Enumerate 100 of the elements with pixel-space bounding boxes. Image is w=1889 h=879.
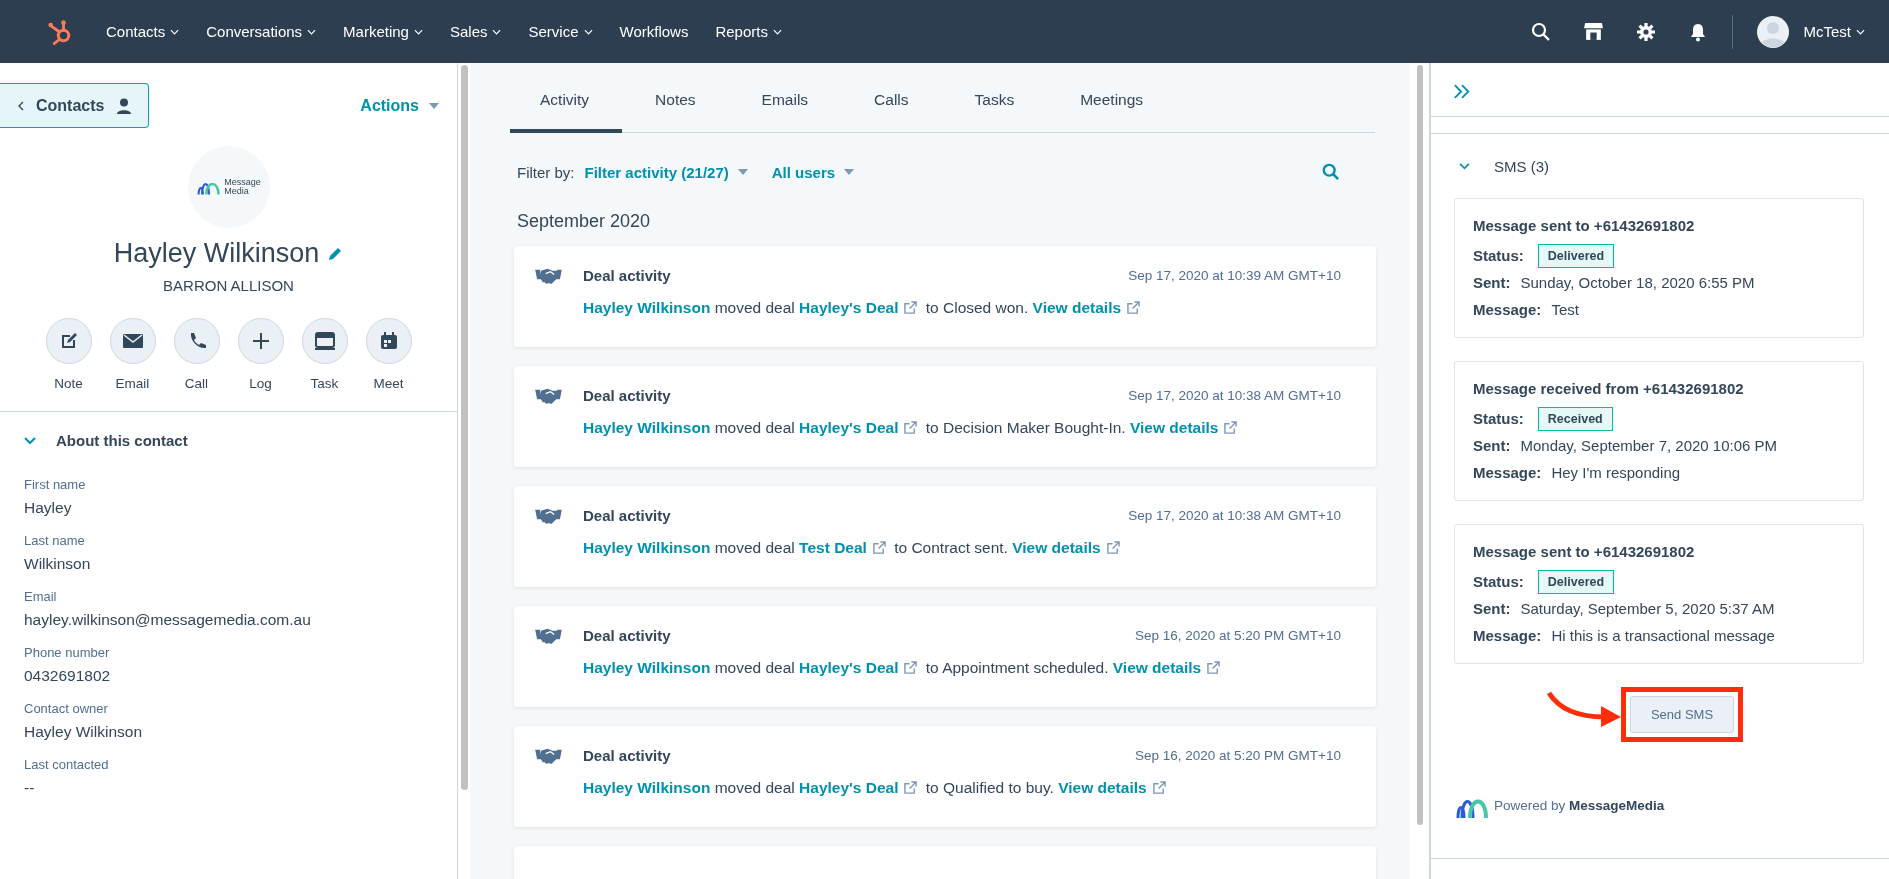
nav-menu-item[interactable]: Service <box>528 23 593 40</box>
field-label: First name <box>24 477 87 492</box>
plus-icon <box>250 331 271 351</box>
edit-pencil-icon[interactable] <box>327 245 344 262</box>
view-details-link[interactable]: View details <box>1058 779 1170 796</box>
action-label: Email <box>115 376 150 391</box>
sent-label: Sent: <box>1473 600 1511 617</box>
activity-title: Deal activity <box>583 387 671 404</box>
call-action-button[interactable] <box>173 318 220 364</box>
activity-description: Hayley Wilkinson moved deal Hayley's Deal to Appointment scheduled. View details <box>583 659 1341 677</box>
field-value[interactable]: 0432691802 <box>24 667 433 685</box>
back-to-contacts-button[interactable]: Contacts <box>0 83 150 128</box>
handshake-icon <box>535 386 562 405</box>
external-link-icon <box>1127 301 1141 314</box>
field-value[interactable]: Wilkinson <box>24 555 433 573</box>
send-sms-button[interactable]: Send SMS <box>1629 696 1735 733</box>
meet-action-button[interactable] <box>365 318 412 364</box>
task-action-button[interactable] <box>301 318 348 364</box>
status-tag: Delivered <box>1537 243 1615 268</box>
tab[interactable]: Activity <box>510 87 623 133</box>
action-label: Meet <box>373 376 404 391</box>
activity-title: Deal activity <box>583 747 671 764</box>
handshake-icon <box>535 746 562 765</box>
view-details-link[interactable]: View details <box>1012 539 1124 556</box>
nav-menu-item[interactable]: Workflows <box>619 23 689 40</box>
handshake-icon <box>535 506 562 525</box>
nav-menu-item[interactable]: Marketing <box>343 23 423 40</box>
external-link-icon <box>904 301 918 314</box>
store-icon[interactable] <box>1583 21 1605 42</box>
contact-link[interactable]: Hayley Wilkinson <box>583 659 711 676</box>
message-label: Message: <box>1473 627 1542 644</box>
field-value[interactable]: Hayley Wilkinson <box>24 723 433 741</box>
sent-time: Sunday, October 18, 2020 6:55 PM <box>1520 274 1755 291</box>
back-chevron-icon <box>18 100 24 111</box>
activity-timestamp: Sep 16, 2020 at 5:20 PM GMT+10 <box>1135 748 1341 763</box>
external-link-icon <box>872 541 886 554</box>
log-action-button[interactable] <box>237 318 284 364</box>
message-text: Hey I'm responding <box>1551 464 1681 481</box>
contact-link[interactable]: Hayley Wilkinson <box>583 419 711 436</box>
nav-menu-item[interactable]: Sales <box>449 23 502 40</box>
activity-timestamp: Sep 16, 2020 at 5:20 PM GMT+10 <box>1135 628 1341 643</box>
field-value[interactable]: Hayley <box>24 499 433 517</box>
activity-description: Hayley Wilkinson moved deal Hayley's Deal to Closed won. View details <box>583 299 1341 317</box>
envelope-icon <box>121 333 144 349</box>
caret-icon <box>429 102 439 109</box>
about-section-toggle[interactable]: About this contact <box>24 432 188 449</box>
action-label: Note <box>54 376 83 391</box>
contact-link[interactable]: Hayley Wilkinson <box>583 779 711 796</box>
expand-chevrons-icon[interactable] <box>1453 83 1471 100</box>
sent-label: Sent: <box>1473 437 1511 454</box>
activity-description: Hayley Wilkinson moved deal Test Deal to Contract sent. View details <box>583 539 1341 557</box>
settings-icon[interactable] <box>1636 21 1657 42</box>
tab[interactable]: Emails <box>728 87 842 133</box>
search-icon[interactable] <box>1531 21 1552 42</box>
month-heading: September 2020 <box>517 211 652 232</box>
nav-menu-item[interactable]: Conversations <box>206 23 317 40</box>
deal-link[interactable]: Hayley's Deal <box>799 299 922 316</box>
tab[interactable]: Calls <box>841 87 942 133</box>
chevron-icon <box>1459 163 1470 170</box>
activity-description: Hayley Wilkinson moved deal Hayley's Deal to Qualified to buy. View details <box>583 779 1341 797</box>
contact-link[interactable]: Hayley Wilkinson <box>583 539 711 556</box>
user-avatar-icon[interactable] <box>1757 15 1790 48</box>
activity-timestamp: Sep 17, 2020 at 10:39 AM GMT+10 <box>1128 268 1341 283</box>
sent-time: Monday, September 7, 2020 10:06 PM <box>1520 437 1778 454</box>
deal-link[interactable]: Hayley's Deal <box>799 419 922 436</box>
view-details-link[interactable]: View details <box>1112 659 1225 676</box>
contact-link[interactable]: Hayley Wilkinson <box>583 299 711 316</box>
tab[interactable]: Meetings <box>1047 87 1177 133</box>
deal-link[interactable]: Hayley's Deal <box>799 779 922 796</box>
view-details-link[interactable]: View details <box>1129 419 1242 436</box>
activity-title: Deal activity <box>583 627 671 644</box>
nav-menu-item[interactable]: Reports <box>715 23 782 40</box>
sms-section-toggle[interactable]: SMS (3) <box>1459 158 1549 175</box>
sent-time: Saturday, September 5, 2020 5:37 AM <box>1520 600 1775 617</box>
deal-link[interactable]: Hayley's Deal <box>799 659 922 676</box>
note-action-button[interactable] <box>45 318 92 364</box>
deal-link[interactable]: Test Deal <box>799 539 890 556</box>
field-value[interactable]: hayley.wilkinson@messagemedia.com.au <box>24 611 433 629</box>
activity-timestamp: Sep 17, 2020 at 10:38 AM GMT+10 <box>1128 388 1341 403</box>
message-text: Hi this is a transactional message <box>1551 627 1775 644</box>
tab[interactable]: Tasks <box>941 87 1048 133</box>
email-action-button[interactable] <box>109 318 156 364</box>
filter-label: Filter by: <box>517 163 575 181</box>
user-menu[interactable]: McTest <box>1803 23 1865 40</box>
tab[interactable]: Notes <box>622 87 729 133</box>
actions-dropdown[interactable]: Actions <box>360 96 439 115</box>
sent-label: Sent: <box>1473 274 1511 291</box>
external-link-icon <box>904 661 918 674</box>
caret-icon <box>844 169 855 175</box>
nav-menu-item[interactable]: Contacts <box>106 23 180 40</box>
field-value[interactable]: -- <box>24 779 433 797</box>
handshake-icon <box>535 266 562 285</box>
action-label: Call <box>184 376 209 391</box>
external-link-icon <box>1207 661 1221 674</box>
field-label: Contact owner <box>24 701 109 716</box>
caret-icon <box>737 169 748 175</box>
view-details-link[interactable]: View details <box>1032 299 1145 316</box>
scrollbar[interactable] <box>1410 63 1429 879</box>
status-label: Status: <box>1473 573 1524 590</box>
message-label: Message: <box>1473 464 1542 481</box>
